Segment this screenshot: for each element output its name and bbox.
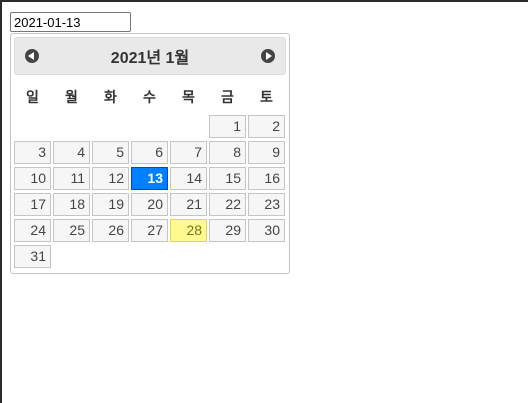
window-left-border: [0, 0, 2, 403]
calendar-day[interactable]: 8: [209, 141, 246, 164]
calendar-empty-cell: [170, 245, 207, 268]
calendar-empty-cell: [170, 115, 207, 138]
calendar-day[interactable]: 3: [14, 141, 51, 164]
calendar-day[interactable]: 11: [53, 167, 90, 190]
weekday-sunday: 일: [26, 89, 39, 105]
weekday-thursday: 목: [182, 89, 195, 105]
calendar-day[interactable]: 24: [14, 219, 51, 242]
calendar-empty-cell: [131, 115, 168, 138]
weekday-monday: 월: [65, 89, 78, 105]
calendar-day[interactable]: 25: [53, 219, 90, 242]
datepicker-title: 2021년 1월: [110, 50, 190, 67]
datepicker-popup: 2021년 1월 일 월 화 수 목 금 토 1 2 3 4 5 6 7 8 9 10 11 12 13…: [10, 33, 290, 274]
calendar-empty-cell: [53, 115, 90, 138]
calendar-day[interactable]: 9: [248, 141, 285, 164]
calendar-day[interactable]: 5: [92, 141, 129, 164]
calendar-day[interactable]: 21: [170, 193, 207, 216]
calendar-day-grid: 1 2 3 4 5 6 7 8 9 10 11 12 13 14 15 16 17 18 19 20 21 22 23 24 2…: [14, 115, 286, 268]
window-top-border: [0, 0, 528, 2]
calendar-empty-cell: [209, 245, 246, 268]
calendar-day[interactable]: 27: [131, 219, 168, 242]
next-month-icon[interactable]: [261, 49, 275, 63]
calendar-day[interactable]: 10: [14, 167, 51, 190]
prev-month-icon[interactable]: [25, 49, 39, 63]
calendar-empty-cell: [53, 245, 90, 268]
calendar-day[interactable]: 2: [248, 115, 285, 138]
calendar-day[interactable]: 20: [131, 193, 168, 216]
calendar-day[interactable]: 15: [209, 167, 246, 190]
calendar-empty-cell: [92, 115, 129, 138]
calendar-day[interactable]: 17: [14, 193, 51, 216]
weekday-wednesday: 수: [143, 89, 156, 105]
weekday-tuesday: 화: [104, 89, 117, 105]
datepicker-header: 2021년 1월: [14, 37, 286, 75]
calendar-day[interactable]: 13: [131, 167, 168, 190]
calendar-empty-cell: [248, 245, 285, 268]
calendar-day[interactable]: 29: [209, 219, 246, 242]
calendar-day[interactable]: 19: [92, 193, 129, 216]
weekday-saturday: 토: [260, 89, 273, 105]
calendar-day[interactable]: 6: [131, 141, 168, 164]
date-input[interactable]: [10, 12, 131, 32]
calendar-day[interactable]: 28: [170, 219, 207, 242]
calendar-day[interactable]: 22: [209, 193, 246, 216]
calendar-day[interactable]: 1: [209, 115, 246, 138]
calendar-day[interactable]: 7: [170, 141, 207, 164]
calendar-day[interactable]: 31: [14, 245, 51, 268]
calendar-empty-cell: [14, 115, 51, 138]
calendar-day[interactable]: 16: [248, 167, 285, 190]
calendar-empty-cell: [92, 245, 129, 268]
calendar-day[interactable]: 14: [170, 167, 207, 190]
calendar-day[interactable]: 26: [92, 219, 129, 242]
calendar-empty-cell: [131, 245, 168, 268]
calendar-day[interactable]: 12: [92, 167, 129, 190]
weekday-friday: 금: [221, 89, 234, 105]
calendar-day[interactable]: 30: [248, 219, 285, 242]
calendar-day[interactable]: 23: [248, 193, 285, 216]
calendar-day[interactable]: 18: [53, 193, 90, 216]
weekday-header-row: 일 월 화 수 목 금 토: [14, 87, 286, 107]
calendar-day[interactable]: 4: [53, 141, 90, 164]
